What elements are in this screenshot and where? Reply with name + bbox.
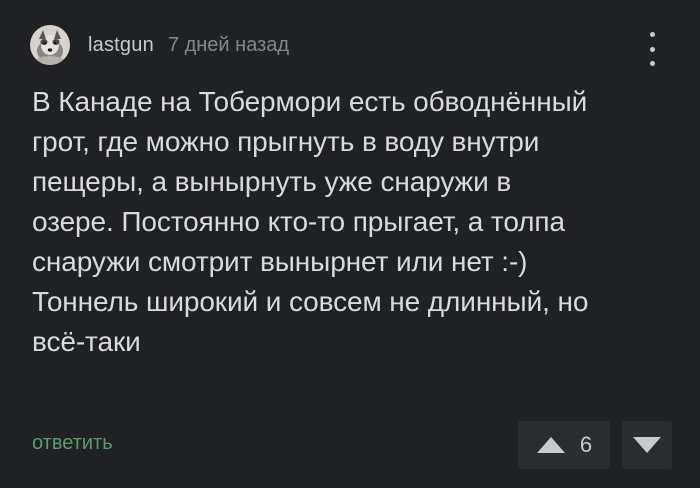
downvote-button[interactable] bbox=[622, 421, 672, 469]
avatar[interactable] bbox=[30, 25, 70, 65]
menu-dot bbox=[649, 32, 655, 37]
comment-timestamp[interactable]: 7 дней назад bbox=[168, 34, 289, 57]
author-name[interactable]: lastgun bbox=[88, 34, 154, 57]
comment-header: lastgun 7 дней назад bbox=[30, 24, 289, 66]
reply-link[interactable]: ответить bbox=[32, 432, 113, 455]
menu-dot bbox=[649, 61, 655, 66]
upvote-button[interactable]: 6 bbox=[518, 421, 610, 469]
rating-count: 6 bbox=[579, 432, 593, 457]
comment-card: lastgun 7 дней назад В Канаде на Тобермо… bbox=[0, 0, 700, 488]
comment-text: В Канаде на Тобермори есть обводнённый г… bbox=[32, 86, 589, 357]
dog-avatar-icon bbox=[30, 25, 70, 65]
triangle-up-icon bbox=[536, 437, 565, 453]
triangle-down-icon bbox=[633, 437, 661, 453]
menu-dot bbox=[649, 46, 655, 52]
more-vertical-icon[interactable] bbox=[646, 32, 658, 66]
